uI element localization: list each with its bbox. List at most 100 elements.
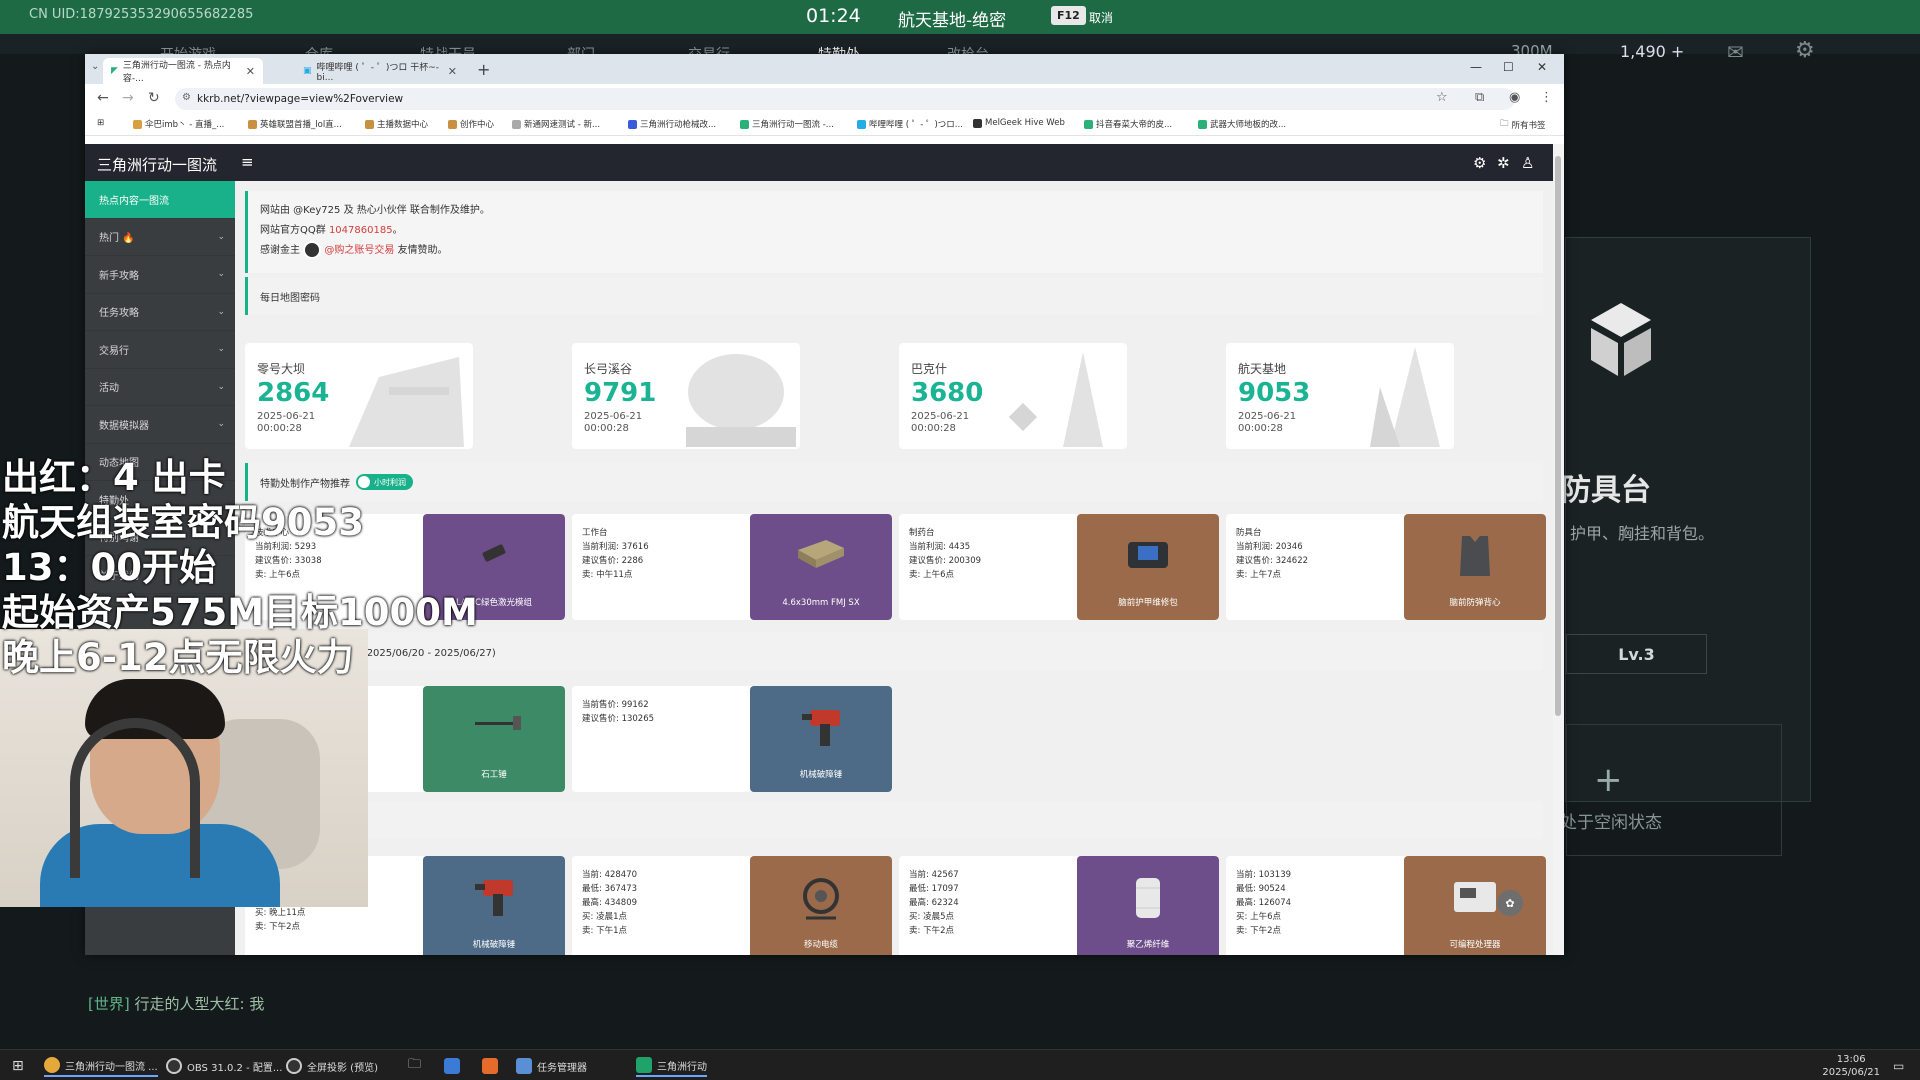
close-icon[interactable]: ✕ xyxy=(448,65,457,78)
sidebar-item-beginner[interactable]: 新手攻略 ⌄ xyxy=(85,256,235,294)
item-name: 聚乙烯纤维 xyxy=(1126,940,1170,950)
sidebar-item-missions[interactable]: 任务攻略 ⌄ xyxy=(85,294,235,331)
scrollbar[interactable] xyxy=(1553,144,1564,955)
chevron-down-icon: ⌄ xyxy=(217,419,225,429)
minimize-icon[interactable]: — xyxy=(1470,60,1482,74)
chevron-down-icon: ⌄ xyxy=(217,306,225,317)
menu-icon[interactable]: ⋮ xyxy=(1540,90,1553,105)
mail-icon[interactable]: ✉ xyxy=(1727,40,1744,64)
sidebar-item-events[interactable]: 活动 ⌄ xyxy=(85,369,235,406)
bookmark[interactable]: 创作中心 xyxy=(448,118,494,130)
add-icon[interactable]: + xyxy=(1594,760,1623,800)
forward-icon[interactable]: → xyxy=(122,90,134,106)
map-name: 航天基地 xyxy=(1238,362,1287,376)
cancel-button[interactable]: 取消 xyxy=(1089,9,1113,26)
event-item-card[interactable]: 当前售价: 99162 建议售价: 130265 机械破障锤 xyxy=(572,686,892,792)
star-icon[interactable]: ☆ xyxy=(1436,90,1448,105)
back-icon[interactable]: ← xyxy=(97,90,109,106)
map-date: 2025-06-21 00:00:28 xyxy=(911,411,970,434)
qq-group-link[interactable]: 1047860185 xyxy=(329,225,393,236)
overlay-line: 13：00开始 xyxy=(2,546,216,589)
map-code: 2864 xyxy=(257,378,330,408)
sponsor-link[interactable]: @购之账号交易 xyxy=(324,245,394,256)
site-title[interactable]: 三角洲行动一图流 xyxy=(97,154,217,175)
taskbar-app-obs[interactable]: OBS 31.0.2 - 配置... xyxy=(166,1055,282,1077)
gear-icon[interactable]: ⚙ xyxy=(1795,38,1815,63)
bookmark[interactable]: 伞巴imb丶 - 直播_... xyxy=(133,118,224,130)
taskbar-app-icon[interactable] xyxy=(482,1055,498,1077)
currency-gold[interactable]: 1,490 + xyxy=(1620,42,1684,61)
taskbar-app-projector[interactable]: 全屏投影 (预览) xyxy=(286,1055,378,1077)
file-explorer-icon[interactable]: 🗀 xyxy=(408,1055,421,1077)
stream-overlay-text: 出红：4 出卡 航天组装室密码9053 13：00开始 起始资产575M目标10… xyxy=(2,455,478,680)
item-name: 移动电缆 xyxy=(803,940,838,950)
url-text[interactable]: kkrb.net/?viewpage=view%2Foverview xyxy=(197,93,403,105)
clock[interactable]: 13:06 2025/06/21 xyxy=(1822,1053,1880,1079)
window-close-icon[interactable]: ✕ xyxy=(1537,60,1547,74)
tab-search-icon[interactable]: ⌄ xyxy=(91,61,99,72)
windows-start-icon[interactable]: ⊞ xyxy=(12,1055,24,1077)
craft-item-card[interactable]: 制药台 当前利润: 4435 建议售价: 200309 卖: 上午6点 脑前护甲维修包 xyxy=(899,514,1219,620)
item-image: 机械破障锤 xyxy=(750,686,892,792)
bookmark[interactable]: 抖音春菜大帝的皮... xyxy=(1084,118,1172,130)
bookmark[interactable]: MelGeek Hive Web xyxy=(973,118,1065,128)
map-code: 9791 xyxy=(584,378,657,408)
bilibili-favicon: ▣ xyxy=(303,66,312,76)
apps-icon[interactable]: ⊞ xyxy=(97,118,104,128)
user-icon[interactable]: ♙ xyxy=(1521,154,1534,172)
sidebar-item-hot-overview[interactable]: 热点内容一图流 xyxy=(85,181,235,219)
chevron-down-icon: ⌄ xyxy=(217,231,225,242)
daily-password-header: 每日地图密码 xyxy=(245,277,1543,315)
notification-icon[interactable]: ▭ xyxy=(1893,1055,1904,1077)
tower-illustration xyxy=(1008,352,1103,447)
item-name: 脑前护甲维修包 xyxy=(1118,598,1178,608)
price-section-header: 四 xyxy=(245,801,1543,839)
sidebar-item-market[interactable]: 交易行 ⌄ xyxy=(85,331,235,369)
bookmark[interactable]: 英雄联盟首播_lol直... xyxy=(248,118,342,130)
bookmark[interactable]: 武器大师地板的改... xyxy=(1198,118,1286,130)
hamburger-icon[interactable]: ≡ xyxy=(241,153,254,171)
sidebar-item-hot[interactable]: 热门 🔥 ⌄ xyxy=(85,219,235,256)
hammer-icon xyxy=(475,716,521,730)
chevron-down-icon: ⌄ xyxy=(217,344,225,354)
map-date: 2025-06-21 00:00:28 xyxy=(584,411,643,434)
bookmark[interactable]: 哔哩哔哩 ( ゜- ゜)つロ... xyxy=(857,118,963,130)
bookmark[interactable]: 新通网速测试 - 新... xyxy=(512,118,600,130)
settings-icon[interactable]: ✲ xyxy=(1497,154,1510,172)
price-info: 当前: 428470 最低: 367473 最高: 434809 买: 凌晨1点… xyxy=(582,870,638,936)
scroll-thumb[interactable] xyxy=(1555,156,1561,716)
price-item-card[interactable]: 当前: 428470 最低: 367473 最高: 434809 买: 凌晨1点… xyxy=(572,856,892,955)
slot-status: 处于空闲状态 xyxy=(1560,813,1662,833)
all-bookmarks[interactable]: 🗀 所有书签 xyxy=(1500,118,1546,132)
map-name: 长弓溪谷 xyxy=(584,362,633,376)
map-date: 2025-06-21 00:00:28 xyxy=(257,411,316,434)
taskbar-app-chrome[interactable]: 三角洲行动一图流 ... xyxy=(44,1055,158,1077)
bookmark[interactable]: 三角洲行动一图流 -... xyxy=(740,118,834,130)
new-tab-icon[interactable]: + xyxy=(477,60,490,79)
chevron-down-icon: ⌄ xyxy=(217,381,225,392)
gear-icon[interactable]: ⚙ xyxy=(1473,154,1486,172)
taskbar-app-taskmgr[interactable]: 任务管理器 xyxy=(516,1055,587,1077)
taskbar-app-icon[interactable] xyxy=(444,1055,460,1077)
tab-active[interactable]: ◤ 三角洲行动一图流 - 热点内容-... ✕ xyxy=(103,58,263,84)
extensions-icon[interactable]: ⧉ xyxy=(1475,90,1484,105)
tab-inactive[interactable]: ▣ 哔哩哔哩 ( ゜- ゜)つロ 干杯~-bi... ✕ xyxy=(295,58,465,84)
notice-line: 网站由 @Key725 及 热心小伙伴 联合制作及维护。 xyxy=(260,205,490,216)
station-title: 防具台 xyxy=(1561,473,1651,508)
map-name: 零号大坝 xyxy=(257,362,306,376)
bookmark[interactable]: 三角洲行动枪械改... xyxy=(628,118,716,130)
craft-item-card[interactable]: 防具台 当前利润: 20346 建议售价: 324622 卖: 上午7点 脑前防弹背心 xyxy=(1226,514,1546,620)
repair-kit-icon xyxy=(1128,542,1168,568)
bookmark[interactable]: 主播数据中心 xyxy=(365,118,428,130)
reload-icon[interactable]: ↻ xyxy=(148,90,160,106)
taskbar: ⊞ 三角洲行动一图流 ... OBS 31.0.2 - 配置... 全屏投影 (… xyxy=(0,1049,1920,1080)
maximize-icon[interactable]: ☐ xyxy=(1503,60,1514,74)
site-info-icon[interactable]: ⚙ xyxy=(182,92,191,103)
craft-item-card[interactable]: 工作台 当前利润: 37616 建议售价: 2286 卖: 中午11点 4.6x30m… xyxy=(572,514,892,620)
sidebar-item-simulator[interactable]: 数据模拟器 ⌄ xyxy=(85,406,235,444)
price-item-card[interactable]: 当前: 42567 最低: 17097 最高: 62324 买: 凌晨5点 卖:… xyxy=(899,856,1219,955)
profile-icon[interactable]: ◉ xyxy=(1509,90,1520,105)
taskbar-app-game[interactable]: 三角洲行动 xyxy=(636,1055,707,1077)
close-icon[interactable]: ✕ xyxy=(246,65,255,78)
wechat-icon[interactable]: ✿ xyxy=(1497,890,1523,916)
